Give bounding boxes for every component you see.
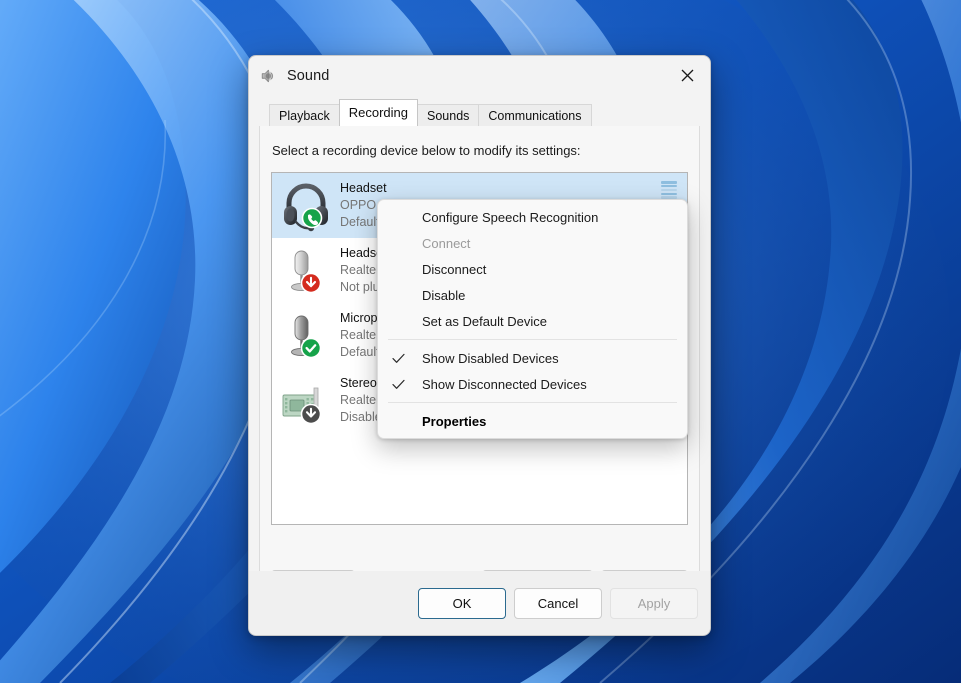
- tab-communications[interactable]: Communications: [478, 104, 591, 128]
- tab-recording[interactable]: Recording: [339, 99, 418, 126]
- cancel-button[interactable]: Cancel: [514, 588, 602, 619]
- menu-item-label: Connect: [422, 236, 470, 251]
- menu-item-disconnect[interactable]: Disconnect: [378, 256, 687, 282]
- menu-item-show-disabled-devices[interactable]: Show Disabled Devices: [378, 345, 687, 371]
- menu-item-show-disconnected-devices[interactable]: Show Disconnected Devices: [378, 371, 687, 397]
- menu-item-label: Configure Speech Recognition: [422, 210, 598, 225]
- page-hint: Select a recording device below to modif…: [260, 126, 699, 158]
- check-icon: [392, 379, 422, 390]
- microphone-jack-icon: [278, 308, 334, 364]
- menu-item-label: Set as Default Device: [422, 314, 547, 329]
- sound-card-icon: [278, 373, 334, 429]
- device-name: Headset: [340, 180, 392, 197]
- menu-item-configure-speech-recognition[interactable]: Configure Speech Recognition: [378, 204, 687, 230]
- tab-bar: Playback Recording Sounds Communications: [269, 102, 710, 126]
- apply-button: Apply: [610, 588, 698, 619]
- dialog-titlebar[interactable]: Sound: [249, 56, 710, 96]
- menu-item-properties[interactable]: Properties: [378, 408, 687, 434]
- dialog-footer: OK Cancel Apply: [249, 571, 710, 635]
- check-icon: [392, 353, 422, 364]
- ok-button[interactable]: OK: [418, 588, 506, 619]
- checkmark-glyph: [392, 353, 405, 364]
- speaker-icon: [259, 67, 277, 85]
- microphone-jack-icon: [278, 243, 334, 299]
- menu-item-label: Disconnect: [422, 262, 486, 277]
- menu-item-connect: Connect: [378, 230, 687, 256]
- sound-dialog: Sound Playback Recording Sounds Communic…: [248, 55, 711, 636]
- menu-item-label: Properties: [422, 414, 486, 429]
- close-button[interactable]: [665, 56, 710, 94]
- headset-icon: [278, 178, 334, 234]
- menu-separator: [388, 402, 677, 403]
- menu-item-label: Disable: [422, 288, 465, 303]
- tab-sounds[interactable]: Sounds: [417, 104, 479, 128]
- menu-separator: [388, 339, 677, 340]
- menu-item-label: Show Disabled Devices: [422, 351, 559, 366]
- level-meter-icon: [661, 181, 677, 199]
- menu-item-disable[interactable]: Disable: [378, 282, 687, 308]
- menu-item-set-as-default-device[interactable]: Set as Default Device: [378, 308, 687, 334]
- menu-item-label: Show Disconnected Devices: [422, 377, 587, 392]
- close-icon: [681, 69, 694, 82]
- window-title: Sound: [287, 68, 329, 84]
- tab-playback[interactable]: Playback: [269, 104, 340, 128]
- context-menu: Configure Speech Recognition Connect Dis…: [377, 199, 688, 439]
- checkmark-glyph: [392, 379, 405, 390]
